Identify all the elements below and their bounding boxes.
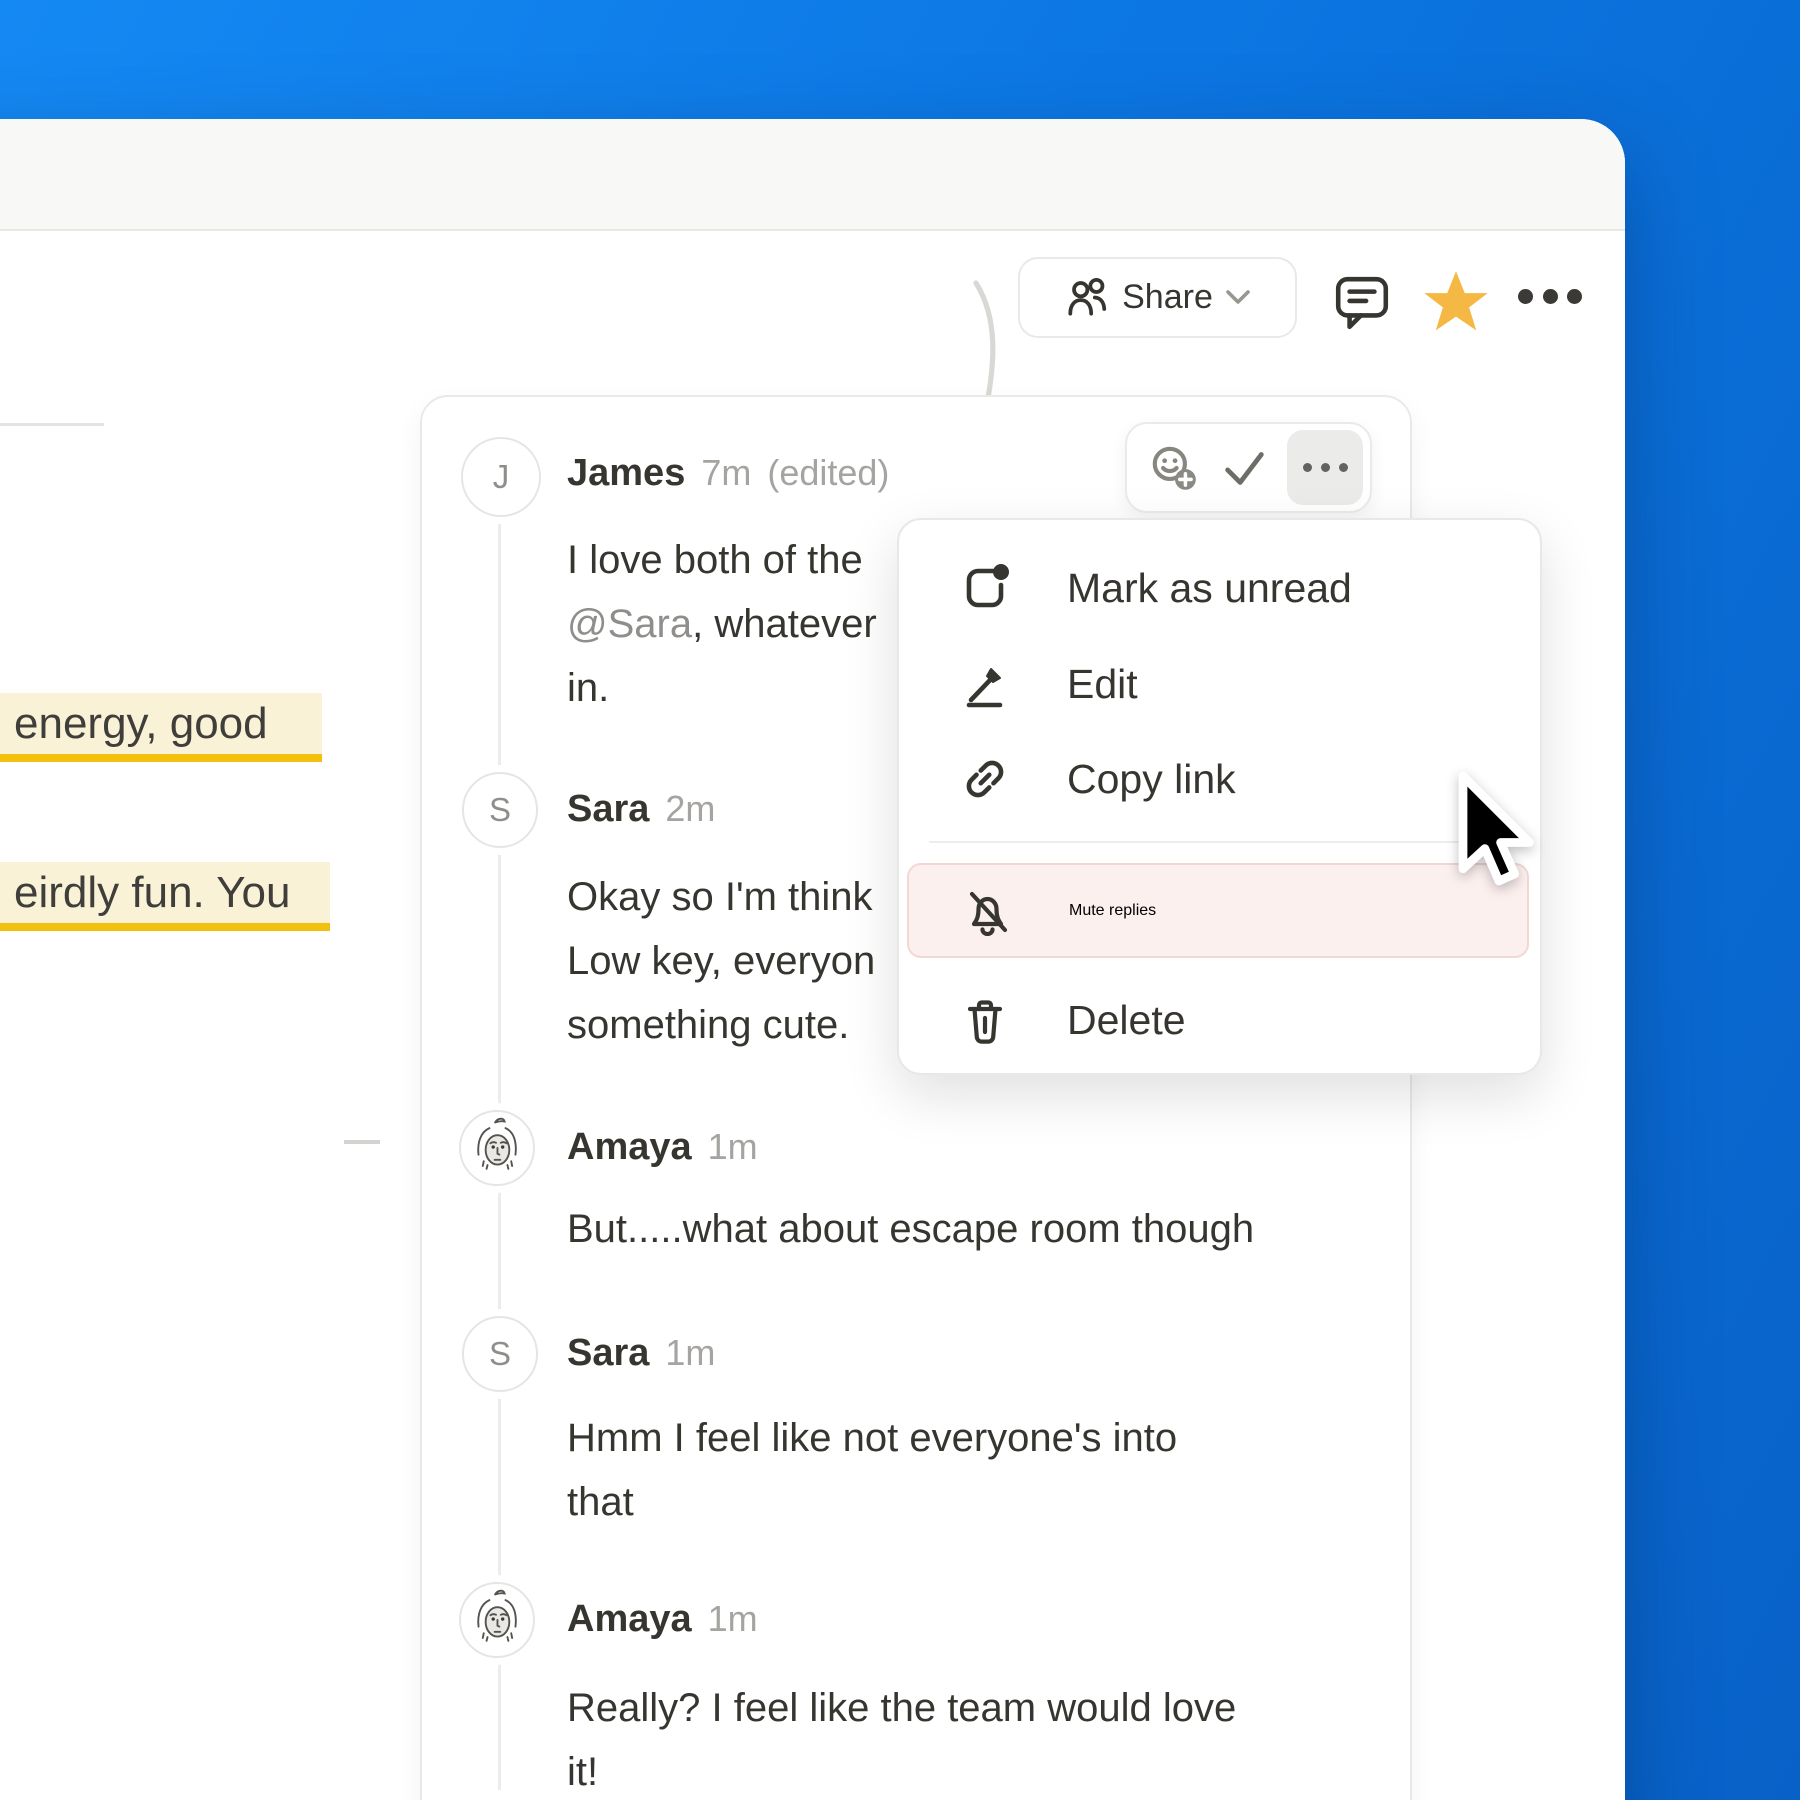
comment-author: Amaya <box>567 1126 692 1169</box>
comment-author: James <box>567 452 685 495</box>
comment-time: 1m <box>665 1332 715 1374</box>
avatar-initial: S <box>489 1335 511 1373</box>
avatar-initial: S <box>489 791 511 829</box>
menu-item-mute-replies[interactable]: Mute replies <box>907 863 1529 958</box>
comment-edited-label: (edited) <box>767 452 889 494</box>
menu-divider <box>929 841 1514 843</box>
highlight-text: energy, good <box>14 699 268 749</box>
highlighted-text-commented[interactable]: energy, good <box>0 693 322 762</box>
avatar: S <box>462 772 538 848</box>
menu-item-edit[interactable]: Edit <box>899 636 1540 732</box>
comment-more-button-active[interactable] <box>1287 430 1363 505</box>
doc-divider-line <box>0 423 104 426</box>
comment-line: Low key, everyon <box>567 929 875 993</box>
cursor-pointer <box>1449 769 1561 909</box>
avatar: J <box>461 437 541 517</box>
edit-icon <box>957 656 1013 712</box>
avatar-initial: J <box>493 458 510 496</box>
comment-time: 7m <box>701 452 751 494</box>
menu-item-copy-link[interactable]: Copy link <box>899 731 1540 827</box>
comment-line: Really? I feel like the team would love <box>567 1676 1236 1740</box>
comment-author: Amaya <box>567 1598 692 1641</box>
comment-hover-toolbar <box>1125 422 1372 513</box>
comment-line: it! <box>567 1740 1236 1800</box>
avatar: S <box>462 1316 538 1392</box>
comment-body: Okay so I'm think Low key, everyon somet… <box>567 865 875 1057</box>
comment-body: Hmm I feel like not everyone's into that <box>567 1406 1177 1534</box>
mark-unread-icon <box>957 560 1013 616</box>
avatar <box>459 1582 535 1658</box>
comment-body: I love both of the @Sara, whatever in. <box>567 528 877 720</box>
comment-line: I love both of the <box>567 528 877 592</box>
favorite-star-icon <box>1421 268 1491 338</box>
comment-context-menu: Mark as unread Edit <box>897 518 1542 1075</box>
comment-header: James 7m (edited) <box>567 452 889 495</box>
add-reaction-button[interactable] <box>1147 441 1201 495</box>
more-options-button[interactable] <box>1518 281 1582 311</box>
comment-author: Sara <box>567 1332 649 1375</box>
people-icon <box>1064 275 1110 321</box>
favorite-button[interactable] <box>1420 267 1492 339</box>
amaya-avatar-illustration <box>461 1112 533 1184</box>
comment-header: Sara 1m <box>567 1332 715 1375</box>
delete-trash-icon <box>957 992 1013 1048</box>
amaya-avatar-illustration <box>461 1584 533 1656</box>
share-button[interactable]: Share <box>1018 257 1297 338</box>
menu-item-delete[interactable]: Delete <box>899 972 1540 1068</box>
comment-line: something cute. <box>567 993 875 1057</box>
comment-line: But.....what about escape room though <box>567 1197 1254 1261</box>
more-options-icon <box>1303 463 1312 472</box>
avatar <box>459 1110 535 1186</box>
app-window: Share <box>0 119 1625 1800</box>
more-options-icon <box>1518 289 1533 304</box>
doc-dash <box>344 1140 380 1144</box>
chevron-down-icon <box>1225 289 1251 306</box>
comment-line: Hmm I feel like not everyone's into <box>567 1406 1177 1470</box>
comment-time: 2m <box>665 788 715 830</box>
window-titlebar <box>0 119 1625 231</box>
comment-line: in. <box>567 656 877 720</box>
desktop-background: Share <box>0 0 1800 1800</box>
comments-button[interactable] <box>1332 273 1392 333</box>
highlight-text: eirdly fun. You <box>14 868 290 918</box>
comment-author: Sara <box>567 788 649 831</box>
user-mention[interactable]: @Sara <box>567 602 692 646</box>
copy-link-icon <box>957 751 1013 807</box>
share-button-label: Share <box>1122 278 1213 317</box>
resolve-check-button[interactable] <box>1219 443 1269 493</box>
comment-body: But.....what about escape room though <box>567 1197 1254 1261</box>
menu-item-mark-as-unread[interactable]: Mark as unread <box>899 540 1540 636</box>
comment-bubble-icon <box>1333 273 1391 333</box>
comment-header: Sara 2m <box>567 788 715 831</box>
comment-line: that <box>567 1470 1177 1534</box>
comment-header: Amaya 1m <box>567 1126 758 1169</box>
comment-time: 1m <box>708 1126 758 1168</box>
comment-time: 1m <box>708 1598 758 1640</box>
highlighted-text-commented[interactable]: eirdly fun. You <box>0 862 330 931</box>
comment-line: @Sara, whatever <box>567 592 877 656</box>
comment-line: Okay so I'm think <box>567 865 875 929</box>
mute-bell-icon <box>959 883 1015 939</box>
comment-body: Really? I feel like the team would love … <box>567 1676 1236 1800</box>
comment-header: Amaya 1m <box>567 1598 758 1641</box>
